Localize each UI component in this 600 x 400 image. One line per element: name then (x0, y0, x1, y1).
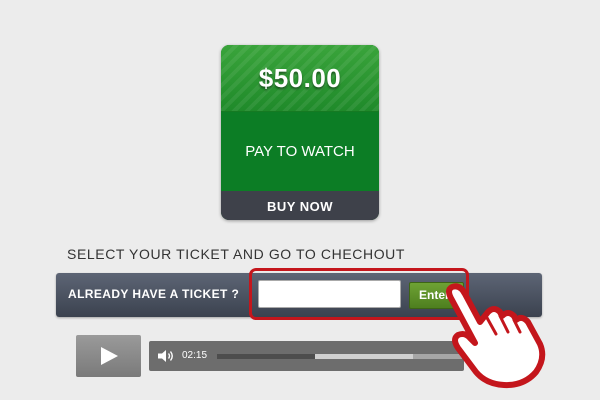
price-banner: $50.00 (221, 45, 379, 112)
volume-icon[interactable] (157, 349, 175, 363)
price-label: $50.00 (258, 62, 342, 93)
checkout-heading: SELECT YOUR TICKET AND GO TO CHECHOUT (67, 246, 406, 262)
play-button[interactable] (76, 335, 141, 377)
player-controls: 02:15 (149, 341, 464, 371)
play-icon (100, 347, 118, 365)
buffered-range (315, 354, 413, 359)
played-range (217, 354, 315, 359)
pay-to-watch-label: PAY TO WATCH (245, 143, 355, 160)
buy-now-label: BUY NOW (266, 198, 334, 214)
ticket-label: ALREADY HAVE A TICKET ? (68, 287, 240, 301)
time-display: 02:15 (182, 350, 208, 361)
pay-to-watch-card: $50.00 PAY TO WATCH BUY NOW (221, 45, 379, 220)
buy-now-button[interactable]: BUY NOW (221, 191, 379, 220)
offer-description: PAY TO WATCH (221, 112, 379, 191)
pointing-hand-icon (446, 283, 546, 389)
